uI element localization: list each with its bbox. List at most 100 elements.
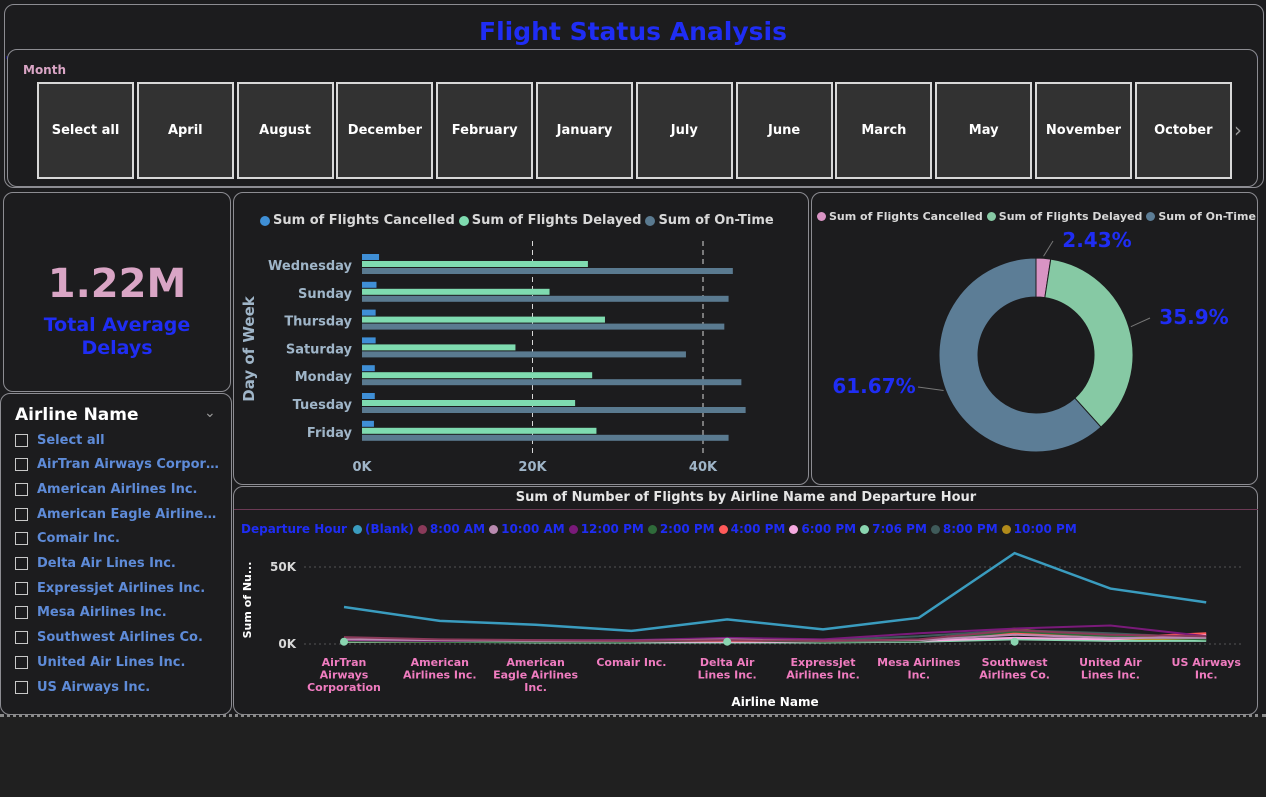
line-point-marker <box>340 637 348 646</box>
bar-category-label: Sunday <box>298 287 353 302</box>
line-x-tick-label: American Eagle Airlines Inc. <box>493 656 578 694</box>
line-legend-label: 10:00 AM <box>501 522 565 536</box>
line-legend-dot <box>1001 524 1011 534</box>
line-legend-label: 4:00 PM <box>730 522 786 536</box>
line-legend-label: 6:00 PM <box>801 522 857 536</box>
airline-item-label: American Eagle Airlines Inc. <box>37 506 222 522</box>
donut-slice <box>1044 258 1134 428</box>
page-bottom-border <box>0 714 1266 717</box>
line-legend-dot <box>417 524 427 534</box>
checkbox[interactable] <box>15 458 28 472</box>
line-legend-label: 2:00 PM <box>659 522 715 536</box>
line-x-tick-label: American Airlines Inc. <box>403 656 477 682</box>
airline-item-label: Delta Air Lines Inc. <box>37 556 176 571</box>
line-legend-dot <box>860 524 870 534</box>
chevron-down-icon[interactable]: ⌄ <box>204 405 216 421</box>
airline-item[interactable]: AirTran Airways Corporati... <box>15 456 222 474</box>
legend-dot-cancelled <box>260 215 270 226</box>
month-button-august[interactable]: August <box>236 82 334 179</box>
month-button-select-all[interactable]: Select all <box>37 82 134 179</box>
bar-cancelled <box>362 420 374 427</box>
bar-legend: Sum of Flights Cancelled Sum of Flights … <box>260 213 774 228</box>
airline-item[interactable]: Southwest Airlines Co. <box>15 629 222 647</box>
bar-delayed <box>362 427 597 434</box>
bar-ontime <box>362 323 725 330</box>
month-button-april[interactable]: April <box>136 82 234 179</box>
checkbox[interactable] <box>15 581 28 595</box>
legend-label-cancelled: Sum of Flights Cancelled <box>829 210 983 223</box>
legend-dot-ontime <box>645 215 656 226</box>
airline-item[interactable]: American Airlines Inc. <box>15 480 222 498</box>
month-button-january[interactable]: January <box>536 82 633 179</box>
month-button-june[interactable]: June <box>735 82 833 179</box>
donut-leader-line <box>1130 317 1151 328</box>
kpi-label: Total Average Delays <box>4 314 230 360</box>
line-y-axis-label: Sum of Nu... <box>241 562 254 639</box>
kpi-label-line2: Delays <box>81 337 153 359</box>
bar-category-label: Wednesday <box>268 259 352 274</box>
line-legend-label: 12:00 PM <box>580 522 644 536</box>
bar-x-tick-label: 40K <box>689 460 718 475</box>
airline-item-label: United Air Lines Inc. <box>37 654 186 670</box>
month-button-february[interactable]: February <box>436 82 534 179</box>
airline-item[interactable]: US Airways Inc. <box>15 678 222 696</box>
line-legend-label: (Blank) <box>364 522 414 536</box>
legend-label-ontime: Sum of On-Time <box>1158 210 1256 223</box>
month-button-october[interactable]: October <box>1134 82 1232 179</box>
bar-ontime <box>362 407 746 413</box>
line-chart: Sum of Nu... 0K 50K AirTran Airways Corporati… <box>241 551 1244 709</box>
donut-data-label: 35.9% <box>1159 305 1228 329</box>
airline-item[interactable]: United Air Lines Inc. <box>15 653 222 671</box>
bar-ontime <box>362 268 733 274</box>
kpi-value: 1.22M <box>47 261 187 307</box>
line-point-marker <box>723 637 732 646</box>
month-button-december[interactable]: December <box>336 82 434 179</box>
bar-cancelled <box>362 393 375 399</box>
checkbox[interactable] <box>15 680 28 694</box>
checkbox[interactable] <box>15 482 28 496</box>
line-legend-dot <box>718 524 728 534</box>
line-legend: Departure Hour (Blank) 8:00 AM 10:00 AM 12:… <box>241 522 1081 536</box>
line-legend-dot <box>352 524 362 534</box>
airline-item[interactable]: Mesa Airlines Inc. <box>15 604 222 622</box>
line-x-tick-label: Mesa Airlines Inc. <box>877 656 961 682</box>
month-button-november[interactable]: November <box>1035 82 1132 179</box>
line-series <box>343 551 1207 633</box>
checkbox[interactable] <box>15 606 28 620</box>
checkbox[interactable] <box>15 631 28 645</box>
month-button-march[interactable]: March <box>835 82 933 179</box>
checkbox[interactable] <box>15 655 28 669</box>
month-button-may[interactable]: May <box>935 82 1033 179</box>
legend-label-cancelled: Sum of Flights Cancelled <box>273 213 455 228</box>
line-point-marker <box>1010 637 1019 646</box>
checkbox[interactable] <box>15 557 28 570</box>
donut-data-label: 61.67% <box>832 374 915 398</box>
page-title: Flight Status Analysis <box>479 17 787 46</box>
kpi-label-line1: Total Average <box>43 314 191 336</box>
checkbox[interactable] <box>15 532 28 546</box>
airline-item[interactable]: American Eagle Airlines Inc. <box>15 505 222 523</box>
chevron-right-icon[interactable]: › <box>1234 118 1242 142</box>
line-x-tick-label: United Air Lines Inc. <box>1079 656 1142 682</box>
month-button-july[interactable]: July <box>635 82 733 179</box>
line-legend-dot <box>489 524 499 534</box>
bar-delayed <box>362 344 516 351</box>
airline-item[interactable]: Expressjet Airlines Inc. <box>15 579 222 597</box>
line-x-tick-label: AirTran Airways Corporation <box>307 656 381 694</box>
airline-item[interactable]: Comair Inc. <box>15 530 222 548</box>
line-x-tick-label: Expressjet Airlines Inc. <box>786 656 860 682</box>
checkbox[interactable] <box>15 507 28 521</box>
airline-item[interactable]: Select all <box>15 431 222 449</box>
legend-dot-delayed <box>986 212 996 221</box>
line-legend-dot <box>647 524 657 534</box>
donut-data-label: 2.43% <box>1062 228 1131 252</box>
donut-leader-line <box>1043 240 1054 257</box>
donut-chart: 2.43% 35.9% 61.67% <box>832 228 1229 453</box>
airline-item-label: US Airways Inc. <box>37 679 151 695</box>
checkbox[interactable] <box>15 433 28 447</box>
line-x-tick-label: Southwest Airlines Co. <box>979 656 1050 682</box>
bar-chart: Day of Week 0K 20K 40K Wednesday Sunday Thursd… <box>240 241 746 475</box>
bar-ontime <box>362 295 729 302</box>
bar-category-label: Tuesday <box>293 398 353 413</box>
airline-item[interactable]: Delta Air Lines Inc. <box>15 555 222 573</box>
